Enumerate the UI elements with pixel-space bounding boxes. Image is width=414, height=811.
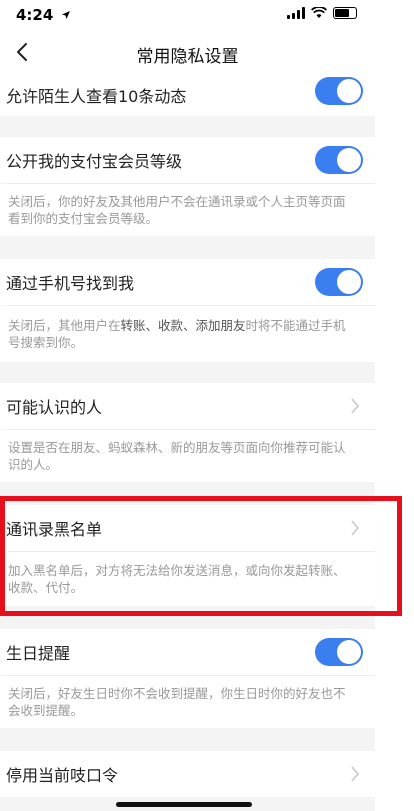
home-indicator [116, 802, 252, 807]
status-time: 4:24 [16, 6, 71, 24]
location-arrow-icon [61, 11, 70, 19]
stranger-feed-label: 允许陌生人查看10条动态 [6, 87, 187, 106]
password-row[interactable]: 停用当前吱口令 [0, 751, 375, 797]
birthday-desc: 关闭后，好友生日时你不会收到提醒，你生日时你的好友也不会收到提醒。 [0, 676, 375, 728]
stranger-feed-toggle[interactable] [315, 77, 363, 105]
find-by-phone-desc-emphasis: 转账、收款、添加朋友 [120, 318, 246, 333]
password-label: 停用当前吱口令 [6, 766, 119, 785]
status-icons [287, 7, 357, 19]
people-you-may-know-desc: 设置是否在朋友、蚂蚁森林、新的朋友等页面向你推荐可能认识的人。 [0, 430, 375, 482]
chevron-right-icon [351, 520, 360, 536]
status-bar: 4:24 [0, 0, 375, 30]
blacklist-desc: 加入黑名单后，对方将无法给你发送消息，或向你发起转账、收款、代付。 [0, 552, 375, 606]
find-by-phone-row[interactable]: 通过手机号找到我 [0, 259, 375, 305]
find-by-phone-label: 通过手机号找到我 [6, 274, 135, 293]
stranger-feed-row[interactable]: 允许陌生人查看10条动态 [0, 74, 375, 116]
birthday-toggle[interactable] [315, 638, 363, 666]
nav-bar: 常用隐私设置 [0, 30, 375, 74]
blacklist-label: 通讯录黑名单 [6, 520, 103, 539]
people-you-may-know-row[interactable]: 可能认识的人 [0, 383, 375, 429]
privacy-settings-page: 4:24 常用隐私设置 允许陌生人查看10条动态 公开我的支付宝会员等级 关闭后… [0, 0, 375, 811]
birthday-label: 生日提醒 [6, 644, 71, 663]
find-by-phone-desc: 关闭后，其他用户在转账、收款、添加朋友时将不能通过手机号搜索到你。 [0, 306, 375, 362]
page-title: 常用隐私设置 [136, 47, 239, 67]
member-level-row[interactable]: 公开我的支付宝会员等级 [0, 137, 375, 183]
battery-icon [333, 7, 357, 19]
birthday-row[interactable]: 生日提醒 [0, 629, 375, 675]
member-level-desc: 关闭后，你的好友及其他用户不会在通讯录或个人主页等页面看到你的支付宝会员等级。 [0, 184, 375, 236]
chevron-right-icon [351, 766, 360, 782]
people-you-may-know-label: 可能认识的人 [6, 398, 103, 417]
chevron-right-icon [351, 398, 360, 414]
member-level-label: 公开我的支付宝会员等级 [6, 152, 183, 171]
find-by-phone-toggle[interactable] [315, 268, 363, 296]
blacklist-row[interactable]: 通讯录黑名单 [0, 505, 375, 551]
wifi-icon [311, 7, 327, 18]
member-level-toggle[interactable] [315, 146, 363, 174]
signal-icon [287, 7, 305, 19]
